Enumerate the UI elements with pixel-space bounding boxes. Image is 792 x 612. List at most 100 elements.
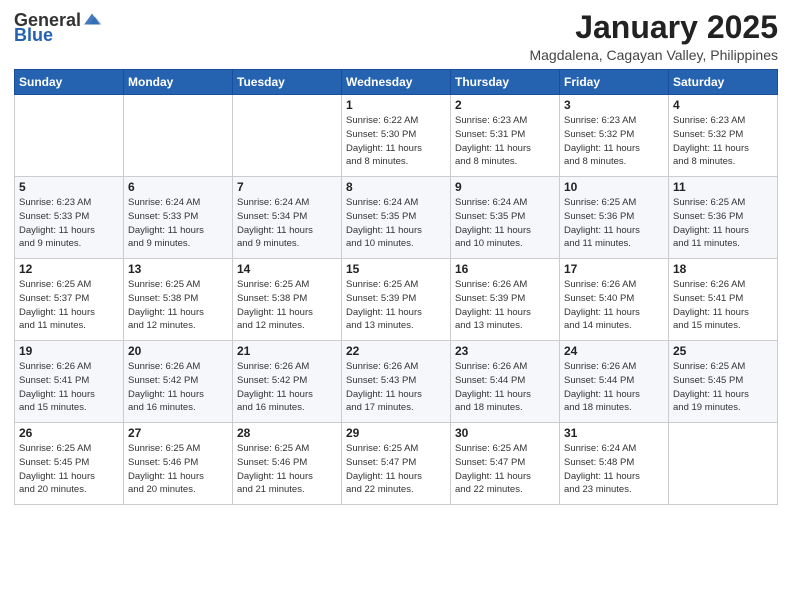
calendar-cell: 16 Sunrise: 6:26 AM Sunset: 5:39 PM Dayli… xyxy=(451,259,560,341)
day-number: 29 xyxy=(346,426,446,440)
day-number: 15 xyxy=(346,262,446,276)
weekday-header-thursday: Thursday xyxy=(451,70,560,95)
day-info: Sunrise: 6:23 AM Sunset: 5:33 PM Dayligh… xyxy=(19,196,119,251)
day-number: 3 xyxy=(564,98,664,112)
day-number: 24 xyxy=(564,344,664,358)
calendar-cell: 22Sunrise: 6:26 AM Sunset: 5:43 PM Dayli… xyxy=(342,341,451,423)
calendar-cell: 5 Sunrise: 6:23 AM Sunset: 5:33 PM Daylig… xyxy=(15,177,124,259)
day-info: Sunrise: 6:25 AM Sunset: 5:39 PM Dayligh… xyxy=(346,278,446,333)
weekday-header-row: SundayMondayTuesdayWednesdayThursdayFrid… xyxy=(15,70,778,95)
calendar-table: SundayMondayTuesdayWednesdayThursdayFrid… xyxy=(14,69,778,505)
week-row-1: 1 Sunrise: 6:22 AM Sunset: 5:30 PM Daylig… xyxy=(15,95,778,177)
calendar-cell: 21Sunrise: 6:26 AM Sunset: 5:42 PM Dayli… xyxy=(233,341,342,423)
day-number: 16 xyxy=(455,262,555,276)
calendar-cell: 12 Sunrise: 6:25 AM Sunset: 5:37 PM Dayli… xyxy=(15,259,124,341)
calendar-cell: 28Sunrise: 6:25 AM Sunset: 5:46 PM Dayli… xyxy=(233,423,342,505)
day-number: 18 xyxy=(673,262,773,276)
day-info: Sunrise: 6:25 AM Sunset: 5:46 PM Dayligh… xyxy=(237,442,337,497)
day-number: 13 xyxy=(128,262,228,276)
subtitle: Magdalena, Cagayan Valley, Philippines xyxy=(529,47,778,63)
day-info: Sunrise: 6:25 AM Sunset: 5:45 PM Dayligh… xyxy=(673,360,773,415)
day-number: 17 xyxy=(564,262,664,276)
day-number: 1 xyxy=(346,98,446,112)
calendar-cell: 19 Sunrise: 6:26 AM Sunset: 5:41 PM Dayli… xyxy=(15,341,124,423)
calendar-cell xyxy=(669,423,778,505)
day-info: Sunrise: 6:26 AM Sunset: 5:41 PM Dayligh… xyxy=(19,360,119,415)
day-info: Sunrise: 6:26 AM Sunset: 5:42 PM Dayligh… xyxy=(128,360,228,415)
weekday-header-tuesday: Tuesday xyxy=(233,70,342,95)
day-info: Sunrise: 6:25 AM Sunset: 5:38 PM Dayligh… xyxy=(237,278,337,333)
calendar-cell: 31 Sunrise: 6:24 AM Sunset: 5:48 PM Dayli… xyxy=(560,423,669,505)
day-info: Sunrise: 6:25 AM Sunset: 5:36 PM Dayligh… xyxy=(673,196,773,251)
calendar-cell: 8Sunrise: 6:24 AM Sunset: 5:35 PM Daylig… xyxy=(342,177,451,259)
day-info: Sunrise: 6:26 AM Sunset: 5:44 PM Dayligh… xyxy=(564,360,664,415)
day-number: 5 xyxy=(19,180,119,194)
title-block: January 2025 Magdalena, Cagayan Valley, … xyxy=(529,10,778,63)
day-info: Sunrise: 6:25 AM Sunset: 5:45 PM Dayligh… xyxy=(19,442,119,497)
logo: General Blue xyxy=(14,10,103,44)
calendar-cell: 11 Sunrise: 6:25 AM Sunset: 5:36 PM Dayli… xyxy=(669,177,778,259)
calendar-cell: 15 Sunrise: 6:25 AM Sunset: 5:39 PM Dayli… xyxy=(342,259,451,341)
day-number: 12 xyxy=(19,262,119,276)
day-info: Sunrise: 6:24 AM Sunset: 5:35 PM Dayligh… xyxy=(346,196,446,251)
calendar-cell: 2 Sunrise: 6:23 AM Sunset: 5:31 PM Daylig… xyxy=(451,95,560,177)
day-number: 30 xyxy=(455,426,555,440)
weekday-header-friday: Friday xyxy=(560,70,669,95)
calendar-cell: 7Sunrise: 6:24 AM Sunset: 5:34 PM Daylig… xyxy=(233,177,342,259)
day-info: Sunrise: 6:24 AM Sunset: 5:33 PM Dayligh… xyxy=(128,196,228,251)
day-info: Sunrise: 6:25 AM Sunset: 5:47 PM Dayligh… xyxy=(346,442,446,497)
weekday-header-wednesday: Wednesday xyxy=(342,70,451,95)
day-number: 19 xyxy=(19,344,119,358)
page-container: General Blue January 2025 Magdalena, Cag… xyxy=(0,0,792,513)
day-info: Sunrise: 6:25 AM Sunset: 5:46 PM Dayligh… xyxy=(128,442,228,497)
day-number: 9 xyxy=(455,180,555,194)
day-info: Sunrise: 6:24 AM Sunset: 5:35 PM Dayligh… xyxy=(455,196,555,251)
day-number: 25 xyxy=(673,344,773,358)
day-info: Sunrise: 6:23 AM Sunset: 5:32 PM Dayligh… xyxy=(564,114,664,169)
day-info: Sunrise: 6:23 AM Sunset: 5:32 PM Dayligh… xyxy=(673,114,773,169)
day-info: Sunrise: 6:25 AM Sunset: 5:38 PM Dayligh… xyxy=(128,278,228,333)
calendar-cell: 9 Sunrise: 6:24 AM Sunset: 5:35 PM Daylig… xyxy=(451,177,560,259)
month-title: January 2025 xyxy=(529,10,778,45)
day-number: 27 xyxy=(128,426,228,440)
day-number: 2 xyxy=(455,98,555,112)
day-info: Sunrise: 6:22 AM Sunset: 5:30 PM Dayligh… xyxy=(346,114,446,169)
day-info: Sunrise: 6:25 AM Sunset: 5:36 PM Dayligh… xyxy=(564,196,664,251)
calendar-cell: 1 Sunrise: 6:22 AM Sunset: 5:30 PM Daylig… xyxy=(342,95,451,177)
day-info: Sunrise: 6:26 AM Sunset: 5:43 PM Dayligh… xyxy=(346,360,446,415)
calendar-cell: 6Sunrise: 6:24 AM Sunset: 5:33 PM Daylig… xyxy=(124,177,233,259)
calendar-cell: 13 Sunrise: 6:25 AM Sunset: 5:38 PM Dayli… xyxy=(124,259,233,341)
calendar-cell: 24 Sunrise: 6:26 AM Sunset: 5:44 PM Dayli… xyxy=(560,341,669,423)
day-number: 20 xyxy=(128,344,228,358)
calendar-cell: 14 Sunrise: 6:25 AM Sunset: 5:38 PM Dayli… xyxy=(233,259,342,341)
day-info: Sunrise: 6:26 AM Sunset: 5:40 PM Dayligh… xyxy=(564,278,664,333)
day-info: Sunrise: 6:26 AM Sunset: 5:39 PM Dayligh… xyxy=(455,278,555,333)
logo-blue-text: Blue xyxy=(14,26,53,44)
day-info: Sunrise: 6:24 AM Sunset: 5:48 PM Dayligh… xyxy=(564,442,664,497)
weekday-header-sunday: Sunday xyxy=(15,70,124,95)
day-info: Sunrise: 6:23 AM Sunset: 5:31 PM Dayligh… xyxy=(455,114,555,169)
day-number: 31 xyxy=(564,426,664,440)
day-number: 11 xyxy=(673,180,773,194)
weekday-header-monday: Monday xyxy=(124,70,233,95)
calendar-cell xyxy=(15,95,124,177)
calendar-cell: 4 Sunrise: 6:23 AM Sunset: 5:32 PM Daylig… xyxy=(669,95,778,177)
week-row-3: 12 Sunrise: 6:25 AM Sunset: 5:37 PM Dayli… xyxy=(15,259,778,341)
calendar-cell: 23Sunrise: 6:26 AM Sunset: 5:44 PM Dayli… xyxy=(451,341,560,423)
day-number: 4 xyxy=(673,98,773,112)
calendar-cell: 3 Sunrise: 6:23 AM Sunset: 5:32 PM Daylig… xyxy=(560,95,669,177)
weekday-header-saturday: Saturday xyxy=(669,70,778,95)
calendar-cell: 26Sunrise: 6:25 AM Sunset: 5:45 PM Dayli… xyxy=(15,423,124,505)
logo-icon xyxy=(81,8,103,30)
calendar-cell: 27 Sunrise: 6:25 AM Sunset: 5:46 PM Dayli… xyxy=(124,423,233,505)
calendar-cell xyxy=(233,95,342,177)
calendar-cell: 17 Sunrise: 6:26 AM Sunset: 5:40 PM Dayli… xyxy=(560,259,669,341)
calendar-cell: 25 Sunrise: 6:25 AM Sunset: 5:45 PM Dayli… xyxy=(669,341,778,423)
day-info: Sunrise: 6:25 AM Sunset: 5:47 PM Dayligh… xyxy=(455,442,555,497)
day-number: 14 xyxy=(237,262,337,276)
week-row-2: 5 Sunrise: 6:23 AM Sunset: 5:33 PM Daylig… xyxy=(15,177,778,259)
calendar-cell: 18Sunrise: 6:26 AM Sunset: 5:41 PM Dayli… xyxy=(669,259,778,341)
calendar-cell: 20 Sunrise: 6:26 AM Sunset: 5:42 PM Dayli… xyxy=(124,341,233,423)
day-info: Sunrise: 6:25 AM Sunset: 5:37 PM Dayligh… xyxy=(19,278,119,333)
calendar-cell xyxy=(124,95,233,177)
